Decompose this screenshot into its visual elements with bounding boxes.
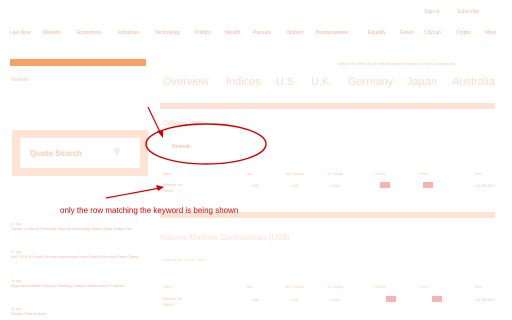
- annotation-arrowhead: [156, 185, 164, 191]
- annotation-arrowhead: [157, 130, 163, 138]
- annotation-overlay: [105, 106, 267, 199]
- annotation-arrow: [147, 106, 162, 135]
- annotation-arrow: [105, 187, 161, 199]
- annotation-text: only the row matching the keyword is bei…: [60, 206, 239, 215]
- annotation-ellipse: [145, 123, 267, 165]
